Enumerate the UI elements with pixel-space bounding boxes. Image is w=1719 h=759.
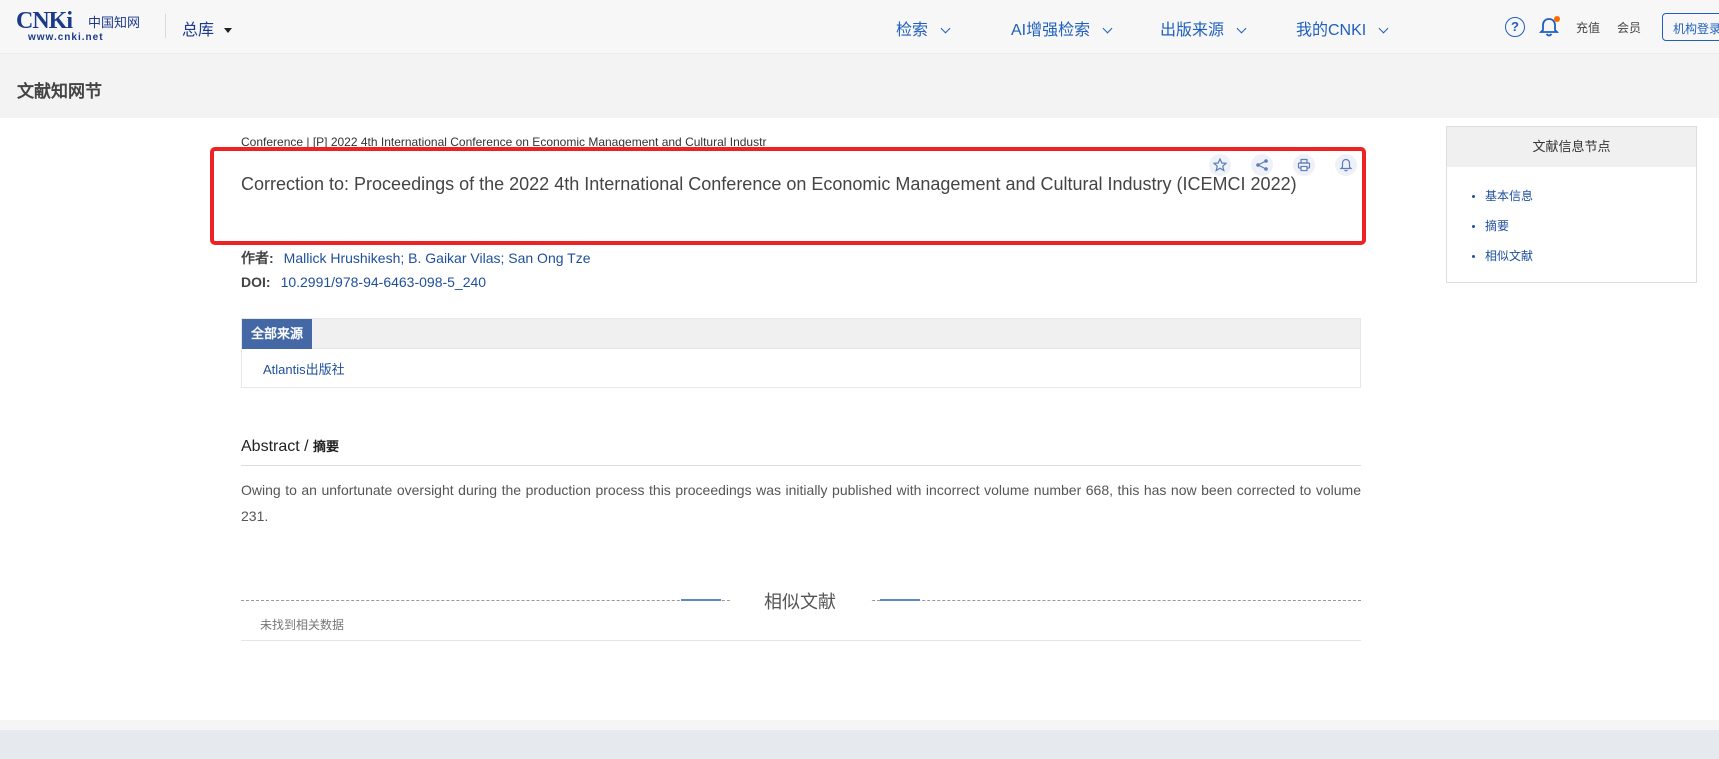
logo-cn: 中国知网 — [88, 16, 141, 31]
bullet-icon — [1472, 225, 1475, 229]
notification-dot — [1554, 16, 1560, 22]
document-info-nav-title: 文献信息节点 — [1447, 127, 1696, 167]
bullet-icon — [1472, 255, 1475, 259]
sidebar-item-similar[interactable]: 相似文献 — [1472, 247, 1533, 264]
sidebar-item-basic-info[interactable]: 基本信息 — [1472, 187, 1533, 204]
share-icon[interactable] — [1251, 154, 1273, 176]
chevron-down-icon — [940, 23, 951, 34]
nav-search-label: 检索 — [896, 22, 929, 39]
tab-all-sources[interactable]: 全部来源 — [242, 319, 313, 349]
notification-bell-icon[interactable] — [1538, 16, 1560, 38]
divider-accent-right — [880, 599, 920, 601]
help-icon[interactable]: ? — [1505, 17, 1525, 37]
similar-empty-text: 未找到相关数据 — [260, 618, 345, 632]
chevron-down-icon — [1102, 23, 1113, 34]
nav-ai-search[interactable]: AI增强检索 — [1011, 16, 1113, 40]
abstract-heading-en: Abstract — [241, 438, 300, 455]
abstract-heading-cn: 摘要 — [313, 439, 340, 454]
abstract-text: Owing to an unfortunate oversight during… — [241, 482, 1361, 524]
divider — [165, 14, 166, 38]
nav-my-cnki[interactable]: 我的CNKI — [1296, 16, 1389, 40]
source-link[interactable]: Atlantis出版社 — [263, 359, 345, 378]
sidebar-item-label: 摘要 — [1485, 219, 1510, 233]
source-panel: 全部来源 Atlantis出版社 — [241, 318, 1361, 388]
similar-bottom-divider — [241, 640, 1361, 641]
footer-background — [0, 730, 1719, 759]
caret-down-icon — [224, 28, 233, 34]
document-info-nav: 文献信息节点 基本信息 摘要 相似文献 — [1446, 126, 1697, 283]
sub-header: 文献知网节 — [0, 54, 1719, 118]
document-title: Correction to: Proceedings of the 2022 4… — [241, 174, 1297, 194]
authors-row: 作者: Mallick Hrushikesh; B. Gaikar Vilas; … — [241, 248, 591, 268]
doi-row: DOI: 10.2991/978-94-6463-098-5_240 — [241, 274, 486, 290]
divider-accent-left — [681, 599, 721, 601]
abstract-heading: Abstract / 摘要 — [241, 436, 1361, 466]
nav-publication-source-label: 出版来源 — [1160, 22, 1225, 39]
cnki-logo[interactable]: CNKi 中国知网 www.cnki.net — [16, 8, 144, 43]
sidebar-item-abstract[interactable]: 摘要 — [1472, 217, 1509, 234]
doi-label: DOI: — [241, 274, 271, 290]
favorite-star-icon[interactable] — [1209, 154, 1231, 176]
chevron-down-icon — [1378, 23, 1389, 34]
authors-link[interactable]: Mallick Hrushikesh; B. Gaikar Vilas; San… — [284, 250, 591, 266]
toolbar — [1209, 154, 1361, 176]
page-title: 文献知网节 — [17, 82, 102, 101]
institution-login-button[interactable]: 机构登录 — [1662, 13, 1719, 41]
logo-text: CNKi — [16, 8, 73, 34]
nav-ai-search-label: AI增强检索 — [1011, 22, 1091, 39]
nav-my-cnki-label: 我的CNKI — [1296, 22, 1367, 39]
footer-top-band — [0, 720, 1719, 730]
recharge-link[interactable]: 充值 — [1576, 19, 1600, 36]
bullet-icon — [1472, 195, 1475, 199]
logo-url: www.cnki.net — [28, 32, 104, 43]
source-tabs: 全部来源 — [242, 319, 1360, 349]
subscribe-bell-icon[interactable] — [1335, 154, 1357, 176]
nav-publication-source[interactable]: 出版来源 — [1160, 16, 1247, 40]
sidebar-item-label: 相似文献 — [1485, 249, 1534, 263]
chevron-down-icon — [1236, 23, 1247, 34]
similar-heading: 相似文献 — [730, 588, 870, 614]
abstract-heading-slash: / — [299, 438, 314, 455]
print-icon[interactable] — [1293, 154, 1315, 176]
nav-search[interactable]: 检索 — [896, 16, 951, 40]
sidebar-item-label: 基本信息 — [1485, 189, 1534, 203]
library-dropdown[interactable]: 总库 — [182, 16, 233, 40]
doi-link[interactable]: 10.2991/978-94-6463-098-5_240 — [281, 274, 487, 290]
member-link[interactable]: 会员 — [1617, 19, 1641, 36]
author-label: 作者: — [241, 250, 274, 266]
library-label: 总库 — [182, 22, 215, 39]
top-header: CNKi 中国知网 www.cnki.net 总库 检索 AI增强检索 出版来源… — [0, 0, 1719, 54]
